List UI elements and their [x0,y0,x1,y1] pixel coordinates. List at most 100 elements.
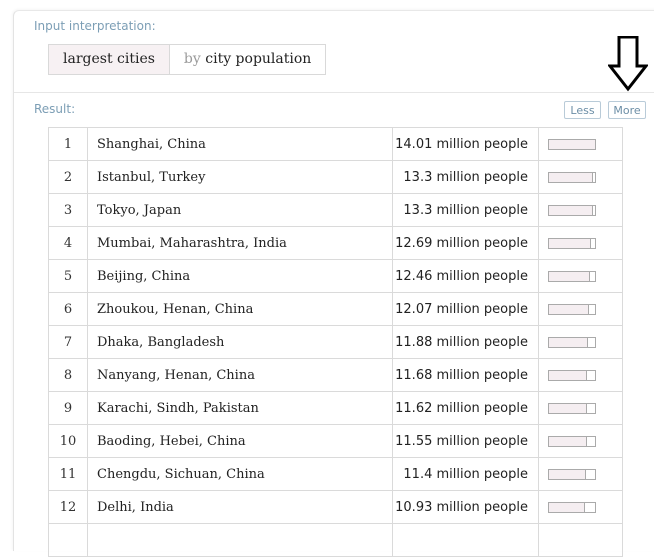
population-bar [548,303,596,315]
population-bar-fill [549,139,595,149]
rank-cell: 6 [48,292,88,326]
population-cell: 13.3 million people [392,160,539,194]
population-bar [548,204,596,216]
table-row: 12 Delhi, India 10.93 million people [48,490,623,524]
table-row: 1 Shanghai, China 14.01 million people [48,127,623,161]
population-cell: 11.62 million people [392,391,539,425]
qualifier-prefix: by [183,51,201,67]
city-cell: Chengdu, Sichuan, China [87,457,393,491]
bar-cell [538,193,623,227]
down-arrow-icon [608,36,648,92]
population-bar [548,369,596,381]
bar-cell [538,325,623,359]
table-row: 8 Nanyang, Henan, China 11.68 million peop… [48,358,623,392]
rank-cell: 5 [48,259,88,293]
population-bar-fill [549,337,588,347]
city-cell: Delhi, India [87,490,393,524]
bar-cell [538,292,623,326]
input-interpretation-box: largest cities by city population [48,44,327,75]
population-bar [548,138,596,150]
qualifier-text: city population [205,51,312,67]
city-cell: Karachi, Sindh, Pakistan [87,391,393,425]
population-bar-fill [549,403,587,413]
qualifier-chip: by city population [169,45,326,74]
population-cell: 12.69 million people [392,226,539,260]
rank-cell: 2 [48,160,88,194]
city-cell: Mumbai, Maharashtra, India [87,226,393,260]
population-bar-fill [549,436,587,446]
population-bar [548,237,596,249]
population-bar [548,270,596,282]
population-bar-fill [549,271,590,281]
table-row: 2 Istanbul, Turkey 13.3 million people [48,160,623,194]
city-cell: Dhaka, Bangladesh [87,325,393,359]
population-bar-fill [549,172,593,182]
pod-divider [14,92,654,93]
population-cell: 10.93 million people [392,490,539,524]
population-bar [548,402,596,414]
table-row: 5 Beijing, China 12.46 million people [48,259,623,293]
more-button[interactable]: More [608,101,646,119]
rank-cell: 11 [48,457,88,491]
table-row: 10 Baoding, Hebei, China 11.55 million peo… [48,424,623,458]
population-cell: 14.01 million people [392,127,539,161]
population-cell: 12.07 million people [392,292,539,326]
table-row [48,523,623,557]
population-cell: 11.88 million people [392,325,539,359]
population-bar [548,501,596,513]
city-cell: Baoding, Hebei, China [87,424,393,458]
population-bar-fill [549,238,591,248]
city-cell: Shanghai, China [87,127,393,161]
population-bar-fill [549,502,585,512]
bar-cell [538,259,623,293]
population-cell: 12.46 million people [392,259,539,293]
city-cell: Beijing, China [87,259,393,293]
population-cell: 11.55 million people [392,424,539,458]
query-chip: largest cities [49,45,170,74]
population-cell: 13.3 million people [392,193,539,227]
bar-cell [538,391,623,425]
population-bar-fill [549,469,586,479]
city-cell: Tokyo, Japan [87,193,393,227]
population-bar-fill [549,370,587,380]
bar-cell [538,523,623,557]
population-bar-fill [549,304,589,314]
bar-cell [538,127,623,161]
population-bar [548,171,596,183]
table-row: 11 Chengdu, Sichuan, China 11.4 million pe… [48,457,623,491]
city-cell [87,523,393,557]
bar-cell [538,424,623,458]
table-row: 6 Zhoukou, Henan, China 12.07 million peop… [48,292,623,326]
bar-cell [538,160,623,194]
result-label: Result: [34,102,76,116]
rank-cell: 8 [48,358,88,392]
rank-cell [48,523,88,557]
city-cell: Nanyang, Henan, China [87,358,393,392]
bar-cell [538,226,623,260]
city-cell: Zhoukou, Henan, China [87,292,393,326]
city-cell: Istanbul, Turkey [87,160,393,194]
population-cell: 11.4 million people [392,457,539,491]
table-row: 7 Dhaka, Bangladesh 11.88 million people [48,325,623,359]
rank-cell: 10 [48,424,88,458]
table-row: 4 Mumbai, Maharashtra, India 12.69 million… [48,226,623,260]
population-bar [548,435,596,447]
bar-cell [538,457,623,491]
rank-cell: 12 [48,490,88,524]
rank-cell: 9 [48,391,88,425]
input-interpretation-label: Input interpretation: [34,19,156,33]
population-bar [548,468,596,480]
rank-cell: 1 [48,127,88,161]
result-table: 1 Shanghai, China 14.01 million people 2 Ist… [48,127,623,557]
population-cell [392,523,539,557]
bar-cell [538,490,623,524]
rank-cell: 7 [48,325,88,359]
bar-cell [538,358,623,392]
population-cell: 11.68 million people [392,358,539,392]
less-button[interactable]: Less [564,101,601,119]
population-bar-fill [549,205,593,215]
rank-cell: 3 [48,193,88,227]
table-row: 9 Karachi, Sindh, Pakistan 11.62 million p… [48,391,623,425]
population-bar [548,336,596,348]
table-row: 3 Tokyo, Japan 13.3 million people [48,193,623,227]
